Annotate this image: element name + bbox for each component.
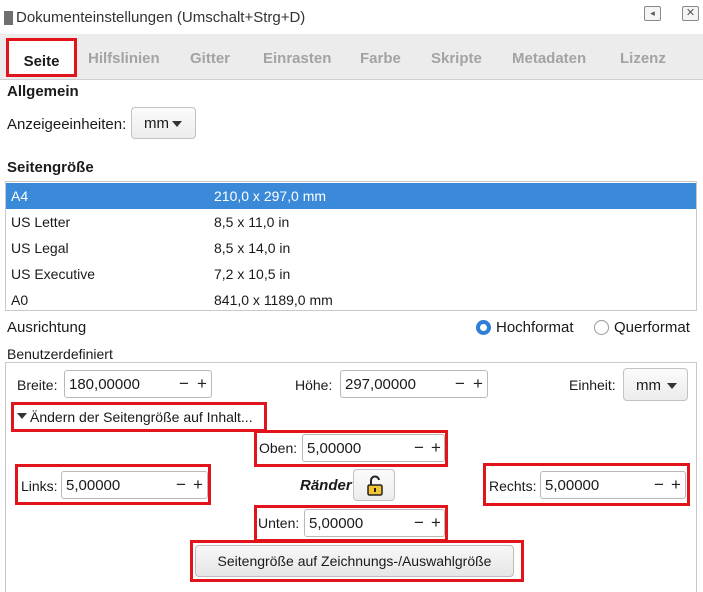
top-margin-label: Oben: xyxy=(259,440,298,456)
increment-button[interactable]: + xyxy=(427,435,445,461)
page-size-name: A0 xyxy=(11,292,29,308)
portrait-radio[interactable] xyxy=(476,320,491,335)
display-units-value: mm xyxy=(144,115,169,132)
page-size-dimensions: 210,0 x 297,0 mm xyxy=(214,188,327,204)
width-spinbox[interactable]: 180,00000 − + xyxy=(64,370,212,398)
unit-dropdown[interactable]: mm xyxy=(623,368,688,401)
increment-button[interactable]: + xyxy=(189,472,207,498)
decrement-button[interactable]: − xyxy=(175,371,193,397)
height-value: 297,00000 xyxy=(345,376,416,393)
page-size-name: A4 xyxy=(11,188,29,204)
right-margin-value: 5,00000 xyxy=(545,477,600,494)
unit-value: mm xyxy=(636,377,661,394)
width-label: Breite: xyxy=(17,377,58,393)
list-item[interactable]: US Executive 7,2 x 10,5 in xyxy=(6,261,696,287)
landscape-label[interactable]: Querformat xyxy=(614,319,690,336)
margins-label: Ränder xyxy=(300,477,352,494)
page-size-dimensions: 841,0 x 1189,0 mm xyxy=(214,292,333,308)
left-margin-spinbox[interactable]: 5,00000 − + xyxy=(61,471,208,499)
top-margin-spinbox[interactable]: 5,00000 − + xyxy=(302,434,445,462)
expander-label: Ändern der Seitengröße auf Inhalt... xyxy=(30,409,253,425)
padlock-icon xyxy=(367,475,383,496)
landscape-radio[interactable] xyxy=(594,320,609,335)
close-icon[interactable]: ✕ xyxy=(682,6,699,21)
page-size-name: US Executive xyxy=(11,266,96,282)
decrement-button[interactable]: − xyxy=(650,472,668,498)
tab-einrasten[interactable]: Einrasten xyxy=(263,50,331,67)
lock-button[interactable] xyxy=(353,469,395,501)
chevron-down-icon xyxy=(667,383,677,389)
custom-legend: Benutzerdefiniert xyxy=(7,346,117,362)
list-item[interactable]: A4 210,0 x 297,0 mm xyxy=(6,183,696,209)
list-item[interactable]: A0 841,0 x 1189,0 mm xyxy=(6,287,696,313)
increment-button[interactable]: + xyxy=(427,510,445,536)
tab-lizenz[interactable]: Lizenz xyxy=(620,50,666,67)
top-margin-value: 5,00000 xyxy=(307,440,362,457)
decrement-button[interactable]: − xyxy=(172,472,190,498)
left-margin-label: Links: xyxy=(21,478,58,494)
chevron-down-icon xyxy=(172,121,182,127)
list-item[interactable]: US Letter 8,5 x 11,0 in xyxy=(6,209,696,235)
right-margin-spinbox[interactable]: 5,00000 − + xyxy=(540,471,686,499)
page-size-dimensions: 8,5 x 11,0 in xyxy=(214,214,290,230)
bottom-margin-spinbox[interactable]: 5,00000 − + xyxy=(304,509,445,537)
tab-bar: Hilfslinien Gitter Einrasten Farbe Skrip… xyxy=(0,34,703,80)
display-units-dropdown[interactable]: mm xyxy=(131,107,196,139)
page-size-name: US Legal xyxy=(11,240,69,256)
resize-to-drawing-button[interactable]: Seitengröße auf Zeichnungs-/Auswahlgröße xyxy=(195,545,514,577)
general-heading: Allgemein xyxy=(7,83,79,100)
tab-metadaten[interactable]: Metadaten xyxy=(512,50,586,67)
resize-expander[interactable]: Ändern der Seitengröße auf Inhalt... xyxy=(11,402,267,432)
app-icon xyxy=(4,11,13,25)
tab-farbe[interactable]: Farbe xyxy=(360,50,401,67)
tab-seite-highlight: Seite xyxy=(6,38,77,77)
orientation-label: Ausrichtung xyxy=(7,319,87,336)
tab-seite[interactable]: Seite xyxy=(9,53,74,70)
right-margin-label: Rechts: xyxy=(489,478,537,494)
tab-gitter[interactable]: Gitter xyxy=(190,50,230,67)
increment-button[interactable]: + xyxy=(193,371,211,397)
tab-hilfslinien[interactable]: Hilfslinien xyxy=(88,50,160,67)
display-units-label: Anzeigeeinheiten: xyxy=(7,116,127,133)
decrement-button[interactable]: − xyxy=(410,435,428,461)
shade-icon[interactable]: ◂ xyxy=(644,6,661,21)
left-margin-value: 5,00000 xyxy=(66,477,121,494)
expander-arrow-icon xyxy=(17,413,27,419)
bottom-margin-label: Unten: xyxy=(258,515,300,531)
page-size-list: A4 210,0 x 297,0 mm US Letter 8,5 x 11,0… xyxy=(5,181,697,311)
increment-button[interactable]: + xyxy=(667,472,685,498)
window-title: Dokumenteinstellungen (Umschalt+Strg+D) xyxy=(16,9,306,26)
page-size-heading: Seitengröße xyxy=(7,159,94,176)
portrait-label[interactable]: Hochformat xyxy=(496,319,574,336)
width-value: 180,00000 xyxy=(69,376,140,393)
increment-button[interactable]: + xyxy=(469,371,487,397)
height-label: Höhe: xyxy=(295,377,333,393)
page-size-dimensions: 8,5 x 14,0 in xyxy=(214,240,291,256)
decrement-button[interactable]: − xyxy=(451,371,469,397)
bottom-margin-value: 5,00000 xyxy=(309,515,364,532)
unit-label: Einheit: xyxy=(569,377,616,393)
tab-skripte[interactable]: Skripte xyxy=(431,50,482,67)
decrement-button[interactable]: − xyxy=(410,510,428,536)
list-item[interactable]: US Legal 8,5 x 14,0 in xyxy=(6,235,696,261)
height-spinbox[interactable]: 297,00000 − + xyxy=(340,370,488,398)
page-size-dimensions: 7,2 x 10,5 in xyxy=(214,266,291,282)
page-size-name: US Letter xyxy=(11,214,71,230)
